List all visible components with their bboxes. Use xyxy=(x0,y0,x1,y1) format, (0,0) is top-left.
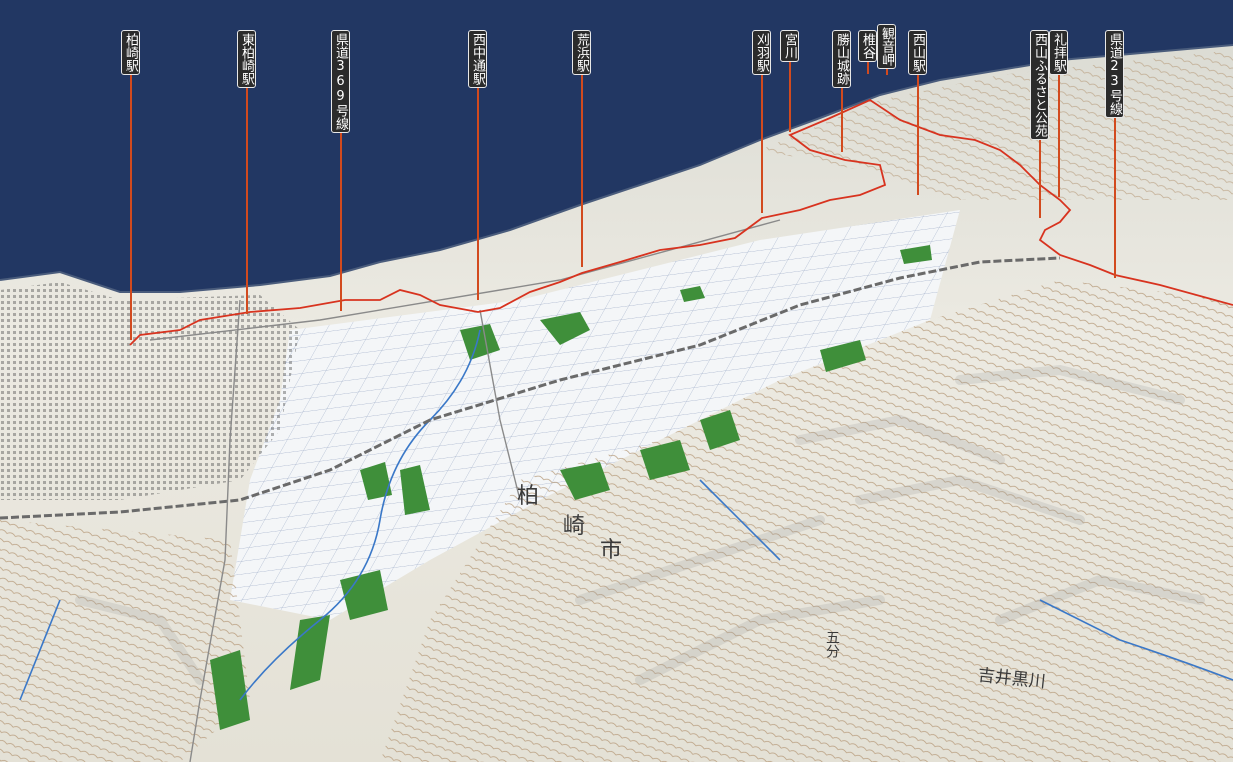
callout-higashi-kashiwazaki-station[interactable]: 東柏崎駅 xyxy=(237,0,256,314)
callout-leader xyxy=(788,62,791,132)
callout-label: 西山駅 xyxy=(908,30,927,75)
hills-west xyxy=(0,520,250,762)
callout-leader xyxy=(580,75,583,267)
callout-leader xyxy=(245,88,248,314)
callout-nishiyama-station[interactable]: 西山駅 xyxy=(908,0,927,195)
callout-leader xyxy=(840,88,843,152)
callout-label: 県道23号線 xyxy=(1105,30,1124,118)
callout-leader xyxy=(476,88,479,300)
callout-label: 荒浜駅 xyxy=(572,30,591,75)
callout-route-23[interactable]: 県道23号線 xyxy=(1105,0,1124,278)
callout-label: 勝山城跡 xyxy=(832,30,851,88)
callout-kannonzaki[interactable]: 観音岬 xyxy=(877,0,896,75)
callout-leader xyxy=(760,75,763,213)
callout-label: 柏崎駅 xyxy=(121,30,140,75)
map-text-gobun: 五分 xyxy=(824,630,840,658)
callout-leader xyxy=(129,75,132,340)
callout-kashiwazaki-station[interactable]: 柏崎駅 xyxy=(121,0,140,340)
callout-label: 宮川 xyxy=(780,30,799,62)
callout-leader xyxy=(1113,118,1116,278)
callout-route-369[interactable]: 県道369号線 xyxy=(331,0,350,311)
callout-label: 刈羽駅 xyxy=(752,30,771,75)
callout-leader xyxy=(339,133,342,311)
callout-kariwa-station[interactable]: 刈羽駅 xyxy=(752,0,771,213)
callout-label: 観音岬 xyxy=(877,24,896,69)
callout-leader xyxy=(1038,140,1041,218)
callout-leader xyxy=(916,75,919,195)
callout-label: 県道369号線 xyxy=(331,30,350,133)
callout-leader xyxy=(866,62,869,74)
callout-label: 椎谷 xyxy=(858,30,877,62)
callout-raihai-station[interactable]: 礼拝駅 xyxy=(1049,0,1068,197)
callout-leader xyxy=(885,69,888,75)
map-text-city-char-1: 柏 xyxy=(517,484,540,509)
map-text-city-char-2: 崎 xyxy=(563,514,586,539)
callout-shiiya[interactable]: 椎谷 xyxy=(858,0,877,74)
callout-nishi-nakadori-station[interactable]: 西中通駅 xyxy=(468,0,487,300)
callout-arahama-station[interactable]: 荒浜駅 xyxy=(572,0,591,267)
callout-label: 東柏崎駅 xyxy=(237,30,256,88)
callout-miyagawa[interactable]: 宮川 xyxy=(780,0,799,132)
callout-leader xyxy=(1057,75,1060,197)
callout-label: 西山ふるさと公苑 xyxy=(1030,30,1049,140)
callout-label: 礼拝駅 xyxy=(1049,30,1068,75)
callout-katsuyama-castle[interactable]: 勝山城跡 xyxy=(832,0,851,152)
callout-label: 西中通駅 xyxy=(468,30,487,88)
callout-nishiyama-furusato-park[interactable]: 西山ふるさと公苑 xyxy=(1030,0,1049,218)
map-text-city-char-3: 市 xyxy=(600,538,623,563)
